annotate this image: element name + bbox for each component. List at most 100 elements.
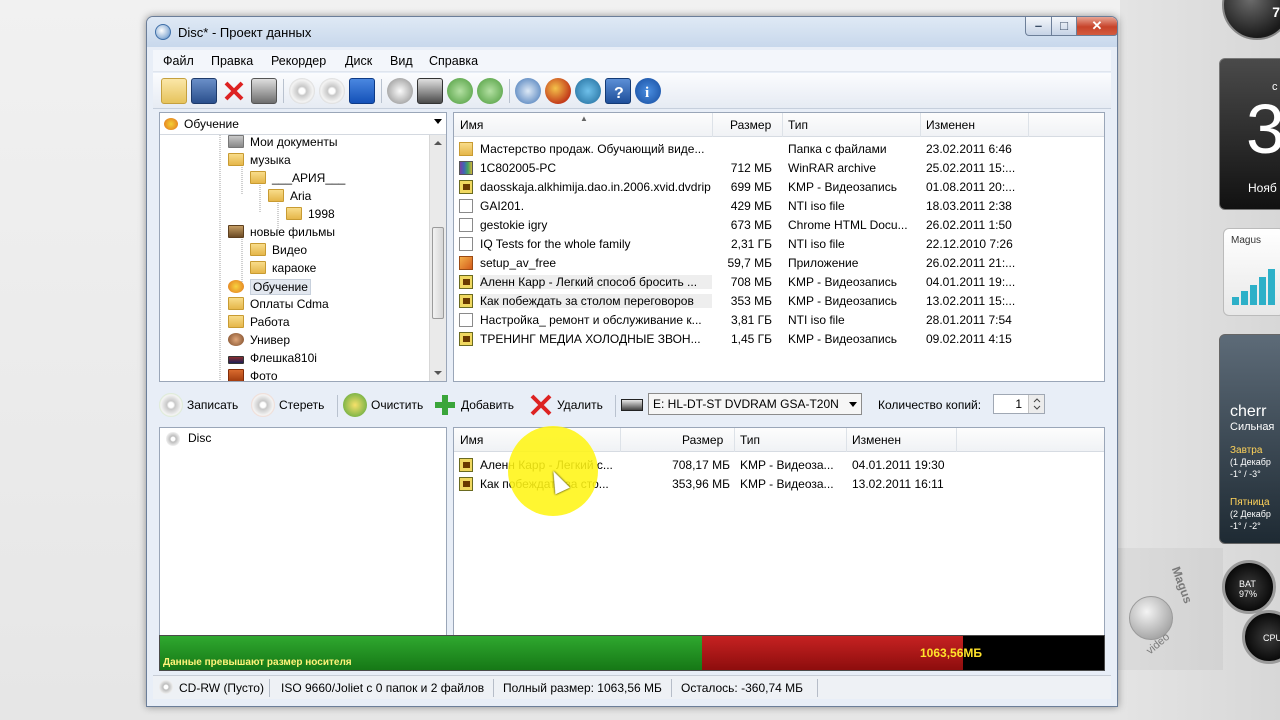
menu-help[interactable]: Справка (429, 54, 478, 68)
scroll-down-icon[interactable] (434, 371, 442, 375)
burn-disc-icon[interactable] (319, 78, 345, 104)
file-row[interactable]: Мастерство продаж. Обучающий виде... Папк… (454, 140, 1104, 159)
menu-file[interactable]: Файл (163, 54, 194, 68)
info-icon[interactable]: i (635, 78, 661, 104)
scroll-thumb[interactable] (432, 227, 444, 319)
burn-button[interactable]: Записать (159, 391, 241, 419)
tree-item-music[interactable]: музыка (228, 153, 291, 171)
calendar-gadget[interactable]: c 3 Нояб (1219, 58, 1280, 210)
update-icon[interactable] (477, 78, 503, 104)
tree-item-ariya[interactable]: ___АРИЯ___ (250, 171, 345, 189)
column-divider[interactable] (956, 428, 957, 452)
file-name: daosskaja.alkhimija.dao.in.2006.xvid.dvd… (480, 180, 711, 194)
file-row[interactable]: GAI201. 429 МБ NTI iso file 18.03.2011 2:38 (454, 197, 1104, 216)
tree-item-documents[interactable]: Мои документы (228, 135, 337, 153)
weather-gadget[interactable]: cherr Сильная Завтра (1 Декабр -1° / -3°… (1219, 334, 1280, 544)
maximize-button[interactable]: □ (1051, 17, 1077, 36)
menu-edit[interactable]: Правка (211, 54, 253, 68)
file-name: GAI201. (480, 199, 525, 213)
tree-item-univer[interactable]: Универ (228, 333, 290, 351)
title-bar[interactable]: Disc* - Проект данных – □ ✕ (147, 17, 1117, 47)
file-list[interactable]: Имя ▲ Размер Тип Изменен Мастерство прод… (453, 112, 1105, 382)
main-toolbar: ? i (153, 73, 1111, 109)
drive-select[interactable]: E: HL-DT-ST DVDRAM GSA-T20N (648, 393, 862, 415)
column-divider[interactable] (1028, 113, 1029, 137)
tree-item-education[interactable]: Обучение (228, 279, 311, 297)
column-type[interactable]: Тип (788, 118, 808, 132)
avi-file-icon (459, 294, 473, 308)
column-type[interactable]: Тип (740, 433, 760, 447)
refresh-icon[interactable] (447, 78, 473, 104)
file-row[interactable]: ТРЕНИНГ МЕДИА ХОЛОДНЫЕ ЗВОН... 1,45 ГБ KMP… (454, 330, 1104, 349)
column-divider[interactable] (782, 113, 783, 137)
close-button[interactable]: ✕ (1076, 17, 1117, 36)
file-row[interactable]: Настройка_ ремонт и обслуживание к... 3,8… (454, 311, 1104, 330)
browser-icon[interactable] (545, 78, 571, 104)
file-row[interactable]: gestokie igry 673 МБ Chrome HTML Docu... 26… (454, 216, 1104, 235)
settings-icon[interactable] (515, 78, 541, 104)
network-meter-label: Magus (1231, 235, 1262, 246)
folder-combo[interactable]: Обучение (160, 113, 446, 135)
web-icon[interactable] (575, 78, 601, 104)
column-name[interactable]: Имя (460, 118, 483, 132)
tree-scrollbar[interactable] (429, 135, 446, 381)
menu-disc[interactable]: Диск (345, 54, 372, 68)
file-name: Как побеждать за столом переговоров (480, 294, 712, 308)
file-row[interactable]: Аленн Карр - Легкий способ бросить ... 70… (454, 273, 1104, 292)
tree-item-1998[interactable]: 1998 (286, 207, 335, 225)
minimize-button[interactable]: – (1025, 17, 1052, 36)
avi-file-icon (459, 275, 473, 289)
help-icon[interactable]: ? (605, 78, 631, 104)
new-project-icon[interactable] (161, 78, 187, 104)
tree-item-new-films[interactable]: новые фильмы (228, 225, 335, 243)
menu-view[interactable]: Вид (390, 54, 413, 68)
scroll-up-icon[interactable] (434, 141, 442, 145)
column-modified[interactable]: Изменен (852, 433, 901, 447)
tree-item-photo[interactable]: Фото (228, 369, 278, 381)
column-divider[interactable] (846, 428, 847, 452)
system-meter-gadget[interactable]: BAT 97% CPU (1222, 560, 1280, 690)
delete-icon[interactable] (221, 78, 247, 104)
menu-recorder[interactable]: Рекордер (271, 54, 326, 68)
disc-tree[interactable]: Disc (159, 427, 447, 641)
folder-icon (286, 207, 302, 220)
column-divider[interactable] (734, 428, 735, 452)
disc-root-label[interactable]: Disc (188, 431, 211, 445)
remove-button[interactable]: Удалить (529, 391, 609, 419)
file-row[interactable]: 1C802005-PC 712 МБ WinRAR archive 25.02.201… (454, 159, 1104, 178)
tree-item-work[interactable]: Работа (228, 315, 290, 333)
file-row[interactable]: Как побеждать за столом переговоров 353 М… (454, 292, 1104, 311)
print-icon[interactable] (251, 78, 277, 104)
disc-file-type: KMP - Видеоза... (740, 458, 834, 472)
erase-button[interactable]: Стереть (251, 391, 331, 419)
copies-stepper[interactable]: 1 (993, 394, 1045, 414)
cpu-label: CPU (1263, 633, 1280, 643)
drive-icon[interactable] (387, 78, 413, 104)
column-name[interactable]: Имя (460, 433, 483, 447)
column-divider[interactable] (712, 113, 713, 137)
column-size[interactable]: Размер (730, 118, 771, 132)
tree-item-cdma[interactable]: Оплаты Cdma (228, 297, 329, 315)
tree-item-karaoke[interactable]: караоке (250, 261, 316, 279)
tree-item-flash[interactable]: Флешка810i (228, 351, 317, 369)
stepper-arrows-icon[interactable] (1028, 395, 1044, 413)
scanner-icon[interactable] (417, 78, 443, 104)
column-divider[interactable] (620, 428, 621, 452)
blue-square-icon[interactable] (349, 78, 375, 104)
file-row[interactable]: daosskaja.alkhimija.dao.in.2006.xvid.dvd… (454, 178, 1104, 197)
column-size[interactable]: Размер (682, 433, 723, 447)
disc-icon (159, 680, 173, 694)
clear-button[interactable]: Очистить (343, 391, 425, 419)
folder-tree[interactable]: Обучение Мои документы музыка ___АРИЯ___… (159, 112, 447, 382)
erase-disc-icon[interactable] (289, 78, 315, 104)
status-separator (671, 679, 672, 697)
file-row[interactable]: setup_av_free 59,7 МБ Приложение 26.02.2011… (454, 254, 1104, 273)
tree-item-aria[interactable]: Aria (268, 189, 311, 207)
add-button[interactable]: Добавить (433, 391, 523, 419)
save-icon[interactable] (191, 78, 217, 104)
tree-item-video[interactable]: Видео (250, 243, 307, 261)
file-row[interactable]: IQ Tests for the whole family 2,31 ГБ NTI … (454, 235, 1104, 254)
column-modified[interactable]: Изменен (926, 118, 975, 132)
column-divider[interactable] (920, 113, 921, 137)
network-meter-gadget[interactable]: Magus (1223, 228, 1280, 316)
